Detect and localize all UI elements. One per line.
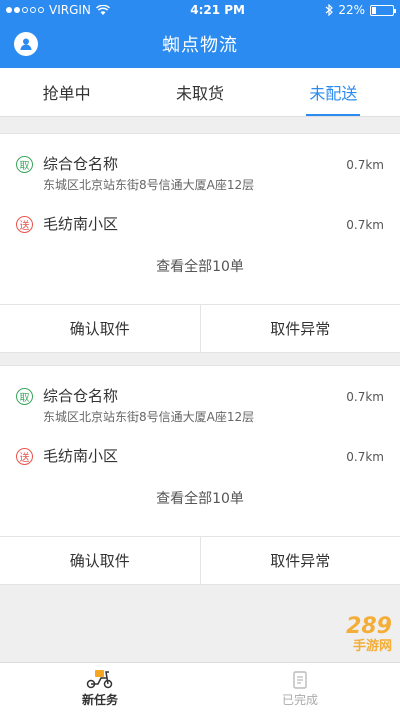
user-icon [20,38,32,50]
nav-bar: 蜘点物流 [0,20,400,68]
pickup-name: 综合仓名称 [43,387,119,405]
pickup-exception-button[interactable]: 取件异常 [199,537,400,584]
delivery-name: 毛纺南小区 [43,215,119,233]
delivery-info: 毛纺南小区 [43,212,384,236]
delivery-info: 毛纺南小区 [43,444,384,468]
pickup-info: 综合仓名称 东城区北京站东街8号信通大厦A座12层 [43,384,384,426]
signal-strength-icon [6,7,44,13]
delivery-distance: 0.7km [346,218,384,232]
tab-not-delivered[interactable]: 未配送 [267,68,400,116]
pickup-stop: 取 综合仓名称 东城区北京站东街8号信通大厦A座12层 0.7km [16,152,384,194]
order-actions: 确认取件 取件异常 [0,536,400,584]
pickup-badge: 取 [16,156,33,173]
bottom-tab-bar: 新任务 已完成 [0,662,400,712]
order-card: 取 综合仓名称 东城区北京站东街8号信通大厦A座12层 0.7km 送 毛纺南小… [0,133,400,353]
delivery-name: 毛纺南小区 [43,447,119,465]
site-watermark: 289 手游网 [346,614,392,654]
pickup-address: 东城区北京站东街8号信通大厦A座12层 [43,178,255,192]
view-all-orders-link[interactable]: 查看全部10单 [16,256,384,276]
pickup-badge: 取 [16,388,33,405]
order-card: 取 综合仓名称 东城区北京站东街8号信通大厦A座12层 0.7km 送 毛纺南小… [0,365,400,585]
delivery-stop: 送 毛纺南小区 0.7km [16,444,384,468]
confirm-pickup-button[interactable]: 确认取件 [0,305,200,352]
pickup-exception-button[interactable]: 取件异常 [199,305,400,352]
tab-completed[interactable]: 已完成 [200,663,400,712]
bluetooth-icon [325,4,334,16]
document-icon [293,671,307,689]
carrier-name: VIRGIN [49,3,91,17]
pickup-distance: 0.7km [346,390,384,404]
delivery-distance: 0.7km [346,450,384,464]
tab-completed-label: 已完成 [281,693,318,707]
order-actions: 确认取件 取件异常 [0,304,400,352]
delivery-stop: 送 毛纺南小区 0.7km [16,212,384,236]
pickup-info: 综合仓名称 东城区北京站东街8号信通大厦A座12层 [43,152,384,194]
status-bar: VIRGIN 4:21 PM 22% [0,0,400,20]
tab-grabbing[interactable]: 抢单中 [0,68,133,116]
scooter-icon [86,670,113,689]
delivery-badge: 送 [16,448,33,465]
view-all-orders-link[interactable]: 查看全部10单 [16,488,384,508]
pickup-name: 综合仓名称 [43,155,119,173]
battery-icon [370,4,396,16]
order-card-body[interactable]: 取 综合仓名称 东城区北京站东街8号信通大厦A座12层 0.7km 送 毛纺南小… [0,366,400,536]
tab-new-tasks-label: 新任务 [81,693,118,707]
tab-not-picked-up[interactable]: 未取货 [133,68,266,116]
avatar[interactable] [14,32,38,56]
battery-percent: 22% [338,3,365,17]
page-title: 蜘点物流 [162,35,238,56]
pickup-stop: 取 综合仓名称 东城区北京站东街8号信通大厦A座12层 0.7km [16,384,384,426]
status-time: 4:21 PM [190,3,245,17]
order-card-body[interactable]: 取 综合仓名称 东城区北京站东街8号信通大厦A座12层 0.7km 送 毛纺南小… [0,134,400,304]
tab-new-tasks[interactable]: 新任务 [0,663,200,712]
status-right: 22% [325,3,396,17]
delivery-badge: 送 [16,216,33,233]
pickup-distance: 0.7km [346,158,384,172]
order-list: 取 综合仓名称 东城区北京站东街8号信通大厦A座12层 0.7km 送 毛纺南小… [0,133,400,585]
order-status-tabs: 抢单中 未取货 未配送 [0,68,400,117]
status-left: VIRGIN [6,3,110,17]
pickup-address: 东城区北京站东街8号信通大厦A座12层 [43,410,255,424]
watermark-sub: 手游网 [352,639,392,654]
wifi-icon [95,4,110,15]
confirm-pickup-button[interactable]: 确认取件 [0,537,200,584]
